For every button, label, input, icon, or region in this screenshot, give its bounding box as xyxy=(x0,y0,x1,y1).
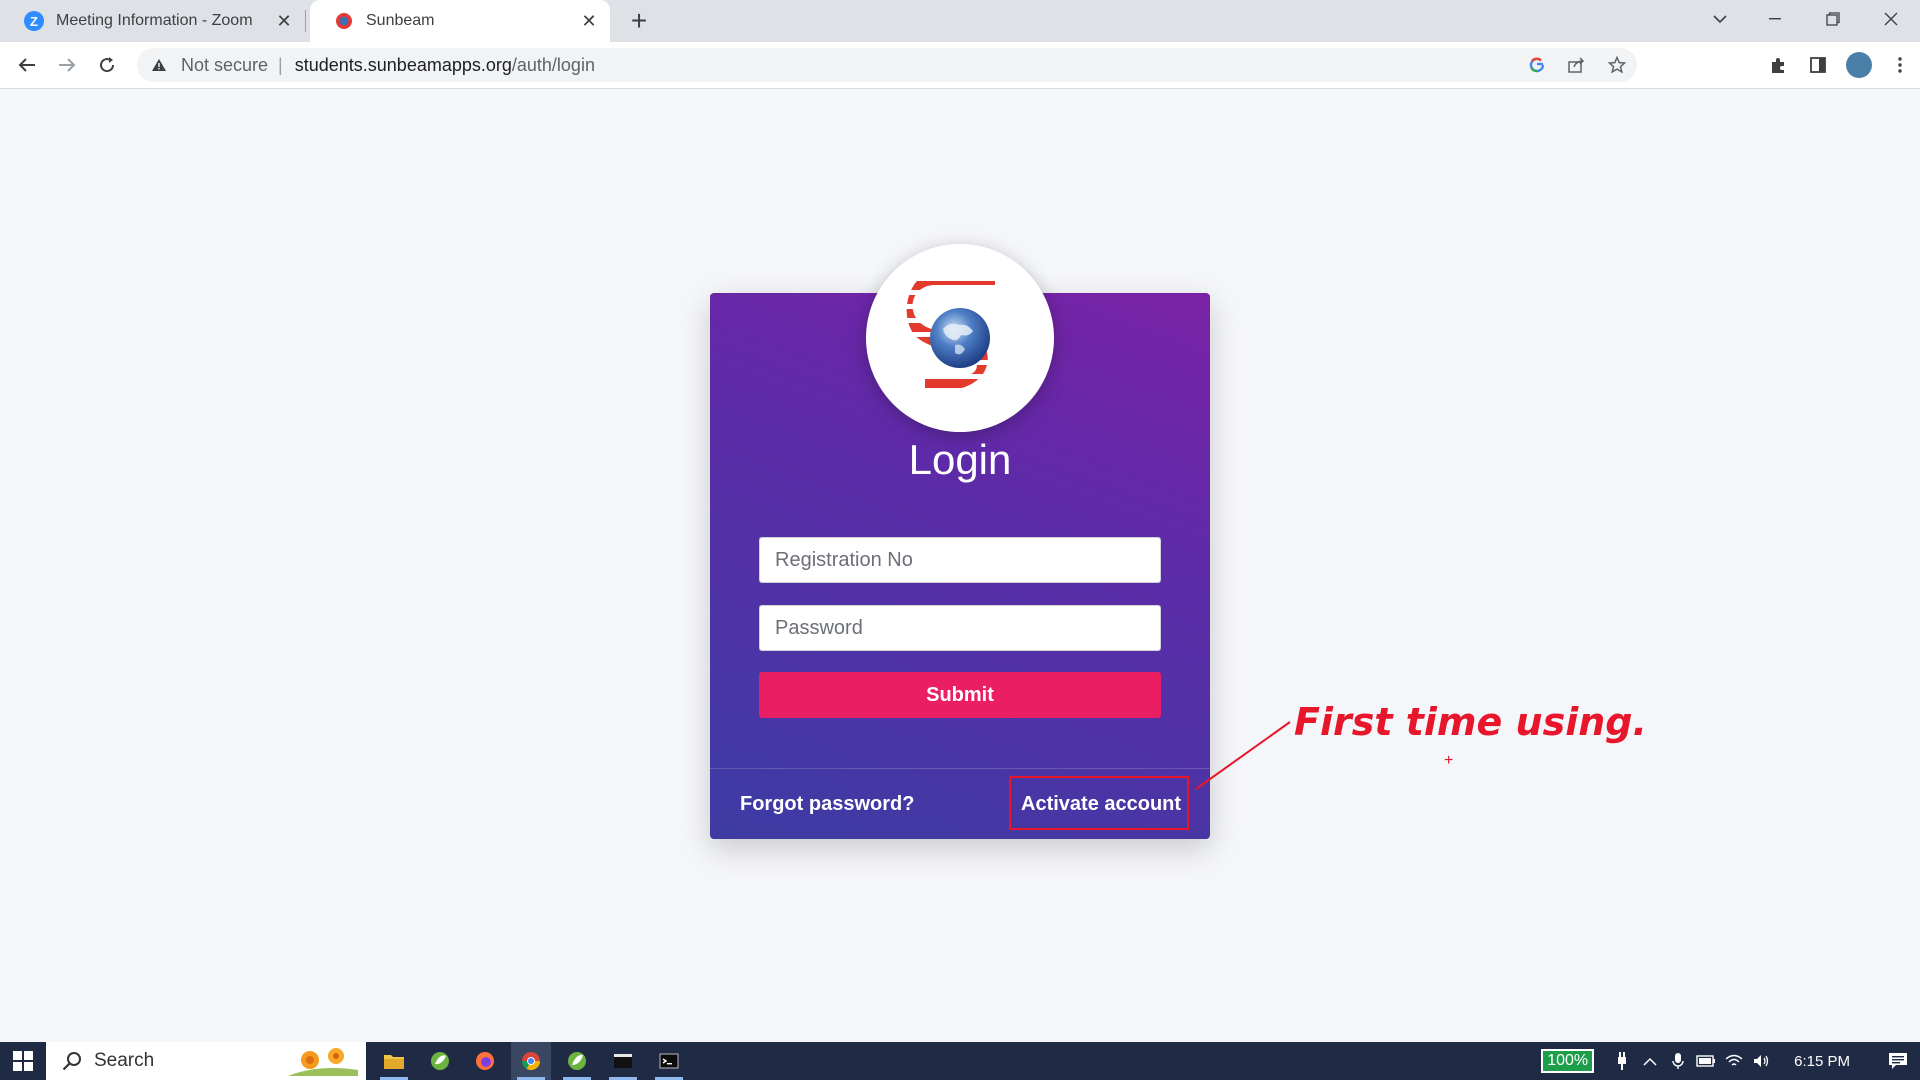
back-icon[interactable] xyxy=(12,50,42,80)
toolbar-right-icons xyxy=(1758,42,1920,88)
clock[interactable]: 6:15 PM xyxy=(1794,1053,1850,1070)
menu-icon[interactable] xyxy=(1880,45,1920,85)
file-explorer-icon[interactable] xyxy=(374,1042,414,1080)
system-tray: 100% 6:15 PM xyxy=(1541,1042,1920,1080)
chevron-up-icon[interactable] xyxy=(1636,1057,1664,1066)
forgot-password-link[interactable]: Forgot password? xyxy=(740,793,914,816)
address-bar[interactable]: Not secure | students.sunbeamapps.org/au… xyxy=(137,48,1637,82)
terminal-window-icon[interactable] xyxy=(603,1042,643,1080)
annotation-plus: + xyxy=(1444,752,1454,769)
restore-icon[interactable] xyxy=(1804,0,1862,38)
tab-sunbeam[interactable]: Sunbeam ✕ xyxy=(310,0,610,42)
taskbar-search[interactable]: Search xyxy=(46,1042,366,1080)
password-input[interactable] xyxy=(759,605,1161,651)
close-icon[interactable]: ✕ xyxy=(269,11,299,32)
registration-input[interactable] xyxy=(759,537,1161,583)
login-title: Login xyxy=(908,436,1012,483)
new-tab-button[interactable]: + xyxy=(624,6,654,36)
battery-percentage[interactable]: 100% xyxy=(1541,1049,1595,1073)
notification-icon[interactable] xyxy=(1876,1052,1920,1070)
forward-icon[interactable] xyxy=(52,50,82,80)
flower-illustration xyxy=(288,1048,358,1076)
spring-boot-icon[interactable] xyxy=(557,1042,597,1080)
side-panel-icon[interactable] xyxy=(1798,45,1838,85)
tab-search-icon[interactable] xyxy=(1700,0,1740,38)
window-controls xyxy=(1746,0,1920,42)
minimize-icon[interactable] xyxy=(1746,0,1804,38)
tab-zoom[interactable]: Z Meeting Information - Zoom ✕ xyxy=(0,0,305,42)
plug-icon[interactable] xyxy=(1608,1052,1636,1070)
taskbar: Search 100% 6:15 PM xyxy=(0,1042,1920,1080)
tab-title: Meeting Information - Zoom xyxy=(56,12,253,29)
firefox-icon[interactable] xyxy=(465,1042,505,1080)
battery-icon[interactable] xyxy=(1692,1055,1720,1067)
annotation-text: First time using. xyxy=(1294,700,1647,744)
extensions-icon[interactable] xyxy=(1758,45,1798,85)
google-icon[interactable] xyxy=(1517,48,1557,82)
windows-start-icon[interactable] xyxy=(0,1042,45,1080)
sunbeam-logo-icon xyxy=(334,11,354,31)
security-label[interactable]: Not secure xyxy=(181,55,268,76)
command-prompt-icon[interactable] xyxy=(649,1042,689,1080)
close-window-icon[interactable] xyxy=(1862,0,1920,38)
zoom-icon: Z xyxy=(24,11,44,31)
warning-icon[interactable] xyxy=(151,58,171,72)
tab-separator xyxy=(305,10,306,32)
star-icon[interactable] xyxy=(1597,48,1637,82)
reload-icon[interactable] xyxy=(92,50,122,80)
wifi-icon[interactable] xyxy=(1720,1054,1748,1068)
omnibox-icons xyxy=(1517,48,1637,82)
volume-icon[interactable] xyxy=(1748,1054,1776,1068)
microphone-icon[interactable] xyxy=(1664,1052,1692,1070)
chrome-icon[interactable] xyxy=(511,1042,551,1080)
sunbeam-logo-icon xyxy=(906,281,995,391)
search-icon xyxy=(62,1051,82,1071)
url-path: /auth/login xyxy=(511,54,595,75)
url-host: students.sunbeamapps.org xyxy=(294,54,512,75)
annotation-highlight-box xyxy=(1009,776,1189,830)
spring-tools-icon[interactable] xyxy=(420,1042,460,1080)
close-icon[interactable]: ✕ xyxy=(574,11,604,32)
share-icon[interactable] xyxy=(1557,48,1597,82)
browser-toolbar: Not secure | students.sunbeamapps.org/au… xyxy=(0,42,1920,89)
tab-title: Sunbeam xyxy=(366,12,435,29)
divider: | xyxy=(278,54,283,75)
search-label: Search xyxy=(94,1050,155,1071)
submit-button[interactable]: Submit xyxy=(759,672,1161,718)
card-divider xyxy=(710,768,1210,769)
sunbeam-logo xyxy=(866,244,1054,432)
profile-avatar[interactable] xyxy=(1846,52,1872,78)
tab-strip: Z Meeting Information - Zoom ✕ Sunbeam ✕… xyxy=(0,0,1920,42)
